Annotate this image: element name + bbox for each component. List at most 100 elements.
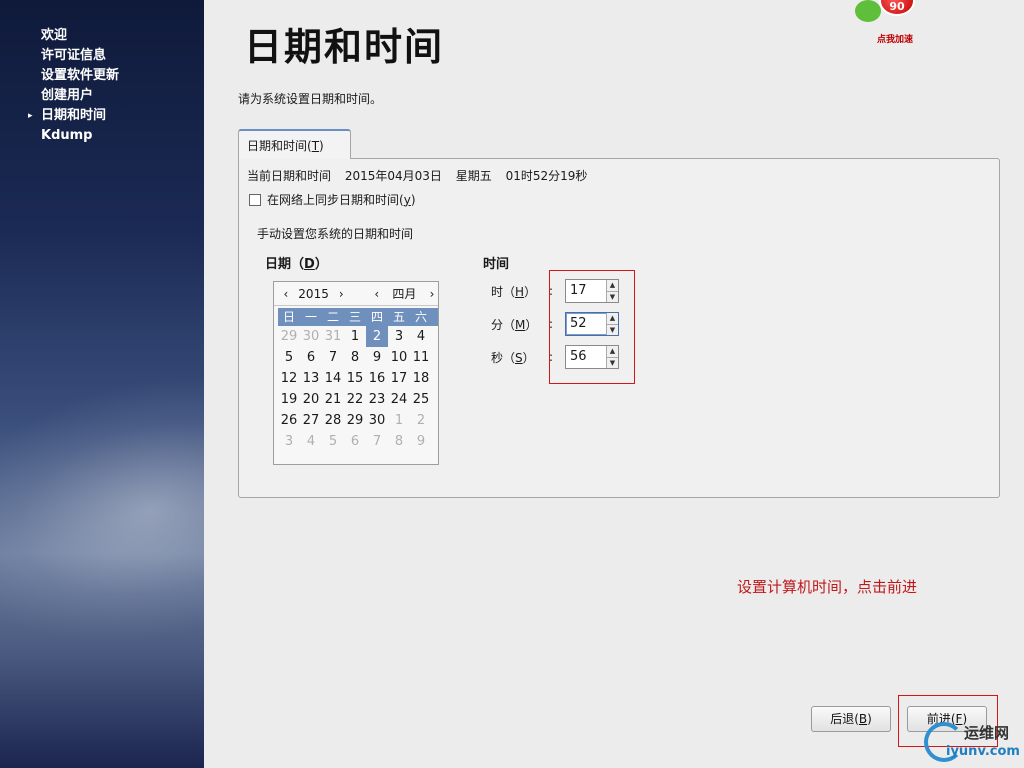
calendar-day[interactable]: 17 xyxy=(388,368,410,389)
calendar-day[interactable]: 5 xyxy=(278,347,300,368)
sidebar-item-license: 许可证信息 xyxy=(0,46,119,66)
sidebar-item-label: 设置软件更新 xyxy=(41,68,120,83)
calendar-day[interactable]: 26 xyxy=(278,410,300,431)
calendar-day[interactable]: 6 xyxy=(300,347,322,368)
weekday-header: 四 xyxy=(370,310,383,324)
weekday-header: 一 xyxy=(304,310,317,324)
bug-mascot-icon xyxy=(855,0,881,22)
sidebar-item-date-time: ▸ 日期和时间 xyxy=(0,106,119,126)
calendar-day[interactable]: 9 xyxy=(366,347,388,368)
calendar-day[interactable]: 16 xyxy=(366,368,388,389)
calendar-day[interactable]: 15 xyxy=(344,368,366,389)
calendar-month: 四月 xyxy=(392,287,417,301)
calendar-day[interactable]: 9 xyxy=(410,431,432,452)
badge-caption: 点我加速 xyxy=(877,35,914,45)
sidebar-item-label: 创建用户 xyxy=(41,88,94,103)
weekday-header: 三 xyxy=(348,310,361,324)
date-section-label: 日期（D） xyxy=(265,257,328,272)
calendar-day[interactable]: 1 xyxy=(344,326,366,347)
calendar-day[interactable]: 3 xyxy=(388,326,410,347)
hour-label: 时（H） xyxy=(491,284,537,299)
calendar: ‹ 2015 › ‹ 四月 › 日一二三四五六 29 30 31 1 2 3 4 5 6 7 8 9 1… xyxy=(273,281,439,465)
calendar-header: ‹ 2015 › ‹ 四月 › xyxy=(274,282,438,306)
sidebar-swoosh-decoration xyxy=(0,339,204,681)
manual-set-label: 手动设置您系统的日期和时间 xyxy=(257,227,414,241)
weekday-header: 六 xyxy=(414,310,427,324)
annotation-text: 设置计算机时间，点击前进 xyxy=(737,578,918,596)
current-datetime-label: 当前日期和时间 xyxy=(247,169,332,183)
current-weekday: 星期五 xyxy=(455,169,492,183)
sidebar-item-label: 许可证信息 xyxy=(41,48,107,63)
sidebar: 欢迎 许可证信息 设置软件更新 创建用户 ▸ 日期和时间 Kdump xyxy=(0,0,204,768)
calendar-day[interactable]: 27 xyxy=(300,410,322,431)
calendar-day[interactable]: 4 xyxy=(410,326,432,347)
calendar-day[interactable]: 13 xyxy=(300,368,322,389)
sidebar-item-label: 欢迎 xyxy=(41,28,68,43)
next-month-button[interactable]: › xyxy=(426,287,438,301)
sidebar-item-create-user: 创建用户 xyxy=(0,86,119,106)
calendar-day[interactable]: 20 xyxy=(300,389,322,410)
date-mnemonic: D xyxy=(304,257,315,272)
network-sync-label: 在网络上同步日期和时间 xyxy=(267,193,400,207)
page-title: 日期和时间 xyxy=(244,25,445,69)
date-section-text: 日期 xyxy=(265,257,292,272)
tab-date-time[interactable]: 日期和时间(T) xyxy=(238,129,351,159)
calendar-day[interactable]: 6 xyxy=(344,431,366,452)
calendar-day[interactable]: 25 xyxy=(410,389,432,410)
weekday-header: 二 xyxy=(326,310,339,324)
calendar-day[interactable]: 23 xyxy=(366,389,388,410)
calendar-day[interactable]: 19 xyxy=(278,389,300,410)
time-section-label: 时间 xyxy=(483,257,510,272)
step-list: 欢迎 许可证信息 设置软件更新 创建用户 ▸ 日期和时间 Kdump xyxy=(0,26,119,146)
calendar-day[interactable]: 21 xyxy=(322,389,344,410)
current-step-arrow-icon: ▸ xyxy=(28,111,33,121)
sidebar-item-label: 日期和时间 xyxy=(41,108,107,123)
calendar-day[interactable]: 10 xyxy=(388,347,410,368)
badge-number: 90 xyxy=(879,0,915,16)
time-highlight-box xyxy=(549,270,635,384)
calendar-day[interactable]: 8 xyxy=(344,347,366,368)
next-year-button[interactable]: › xyxy=(335,287,347,301)
calendar-day[interactable]: 14 xyxy=(322,368,344,389)
network-sync-checkbox[interactable]: 在网络上同步日期和时间(y) xyxy=(249,191,416,208)
watermark-en: iyunv.com xyxy=(946,744,1020,759)
sidebar-item-kdump: Kdump xyxy=(0,126,119,146)
back-button[interactable]: 后退(B) xyxy=(811,706,891,732)
prev-year-button[interactable]: ‹ xyxy=(280,287,292,301)
calendar-day[interactable]: 29 xyxy=(278,326,300,347)
current-datetime: 当前日期和时间 2015年04月03日 星期五 01时52分19秒 xyxy=(247,167,597,184)
calendar-day[interactable]: 28 xyxy=(322,410,344,431)
network-sync-mnemonic: y xyxy=(403,192,411,207)
calendar-day[interactable]: 12 xyxy=(278,368,300,389)
watermark-logo: 运维网 iyunv.com xyxy=(924,718,1024,768)
calendar-day[interactable]: 29 xyxy=(344,410,366,431)
calendar-day[interactable]: 18 xyxy=(410,368,432,389)
tab-label: 日期和时间 xyxy=(247,139,308,153)
calendar-day[interactable]: 4 xyxy=(300,431,322,452)
calendar-day[interactable]: 8 xyxy=(388,431,410,452)
calendar-day[interactable]: 5 xyxy=(322,431,344,452)
current-date: 2015年04月03日 xyxy=(344,169,442,183)
prev-month-button[interactable]: ‹ xyxy=(371,287,383,301)
calendar-day[interactable]: 30 xyxy=(366,410,388,431)
calendar-day[interactable]: 22 xyxy=(344,389,366,410)
sidebar-item-welcome: 欢迎 xyxy=(0,26,119,46)
main-content: 日期和时间 请为系统设置日期和时间。 90 点我加速 日期和时间(T) 当前日期… xyxy=(204,0,1024,768)
checkbox-box[interactable] xyxy=(249,193,261,206)
speedup-badge[interactable]: 90 点我加速 xyxy=(849,0,929,50)
calendar-day[interactable]: 7 xyxy=(322,347,344,368)
calendar-day[interactable]: 31 xyxy=(322,326,344,347)
calendar-day[interactable]: 24 xyxy=(388,389,410,410)
minute-label: 分（M） xyxy=(491,317,538,332)
weekday-header: 日 xyxy=(282,310,295,324)
calendar-day[interactable]: 1 xyxy=(388,410,410,431)
calendar-day[interactable]: 2 xyxy=(410,410,432,431)
calendar-day[interactable]: 3 xyxy=(278,431,300,452)
current-time: 01时52分19秒 xyxy=(505,169,588,183)
calendar-day[interactable]: 11 xyxy=(410,347,432,368)
sidebar-item-software-updates: 设置软件更新 xyxy=(0,66,119,86)
instruction-text: 请为系统设置日期和时间。 xyxy=(238,92,383,106)
calendar-day[interactable]: 7 xyxy=(366,431,388,452)
calendar-day[interactable]: 2 xyxy=(366,326,388,347)
calendar-day[interactable]: 30 xyxy=(300,326,322,347)
